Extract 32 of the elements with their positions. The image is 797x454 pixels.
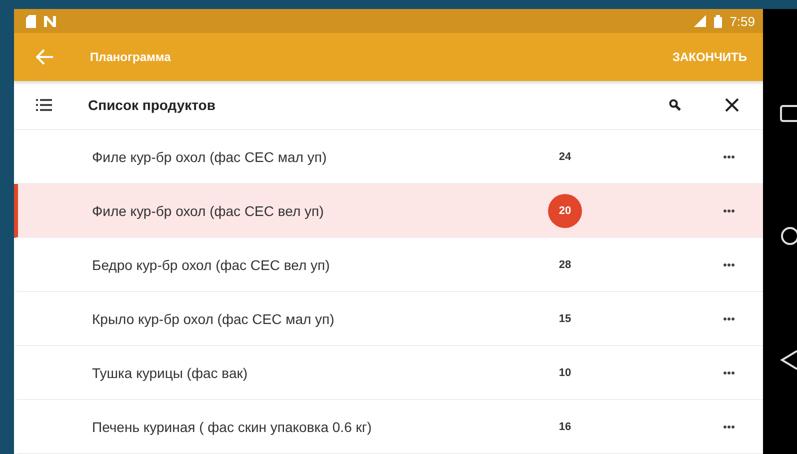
product-name: Тушка курицы (фас вак): [92, 364, 249, 380]
quantity: 10: [558, 366, 572, 378]
list-icon[interactable]: [36, 99, 52, 111]
more-icon: [723, 370, 735, 374]
screen-title: Планограмма: [90, 50, 171, 64]
back-icon[interactable]: [780, 350, 797, 370]
battery-icon: [714, 14, 722, 28]
notification-icon: [44, 16, 56, 26]
product-name: Крыло кур-бр охол (фас СЕС мал уп): [92, 310, 336, 326]
more-icon: [723, 154, 735, 158]
recents-icon[interactable]: [780, 105, 797, 122]
home-icon[interactable]: [780, 226, 797, 246]
quantity: 24: [558, 150, 572, 162]
more-icon: [723, 424, 735, 428]
more-icon: [723, 208, 735, 212]
quantity: 15: [558, 312, 572, 324]
more-icon: [723, 262, 735, 266]
sd-card-icon: [26, 14, 36, 28]
more-icon: [723, 316, 735, 320]
search-icon[interactable]: [669, 99, 681, 111]
product-name: Печень куриная ( фас скин упаковка 0.6 кг): [92, 418, 373, 434]
product-name: Филе кур-бр охол (фас СЕС мал уп): [92, 148, 328, 164]
product-name: Бедро кур-бр охол (фас СЕС вел уп): [92, 256, 331, 272]
clock-time: 7:59: [730, 14, 755, 28]
close-icon[interactable]: [725, 98, 739, 112]
product-row[interactable]: Филе кур-бр охол (фас СЕС вел уп) 20: [14, 184, 763, 238]
list-title: Список продуктов: [88, 97, 216, 113]
quantity: 28: [558, 258, 572, 270]
signal-icon: [692, 15, 706, 27]
quantity-badge: 20: [548, 194, 582, 228]
product-name: Филе кур-бр охол (фас СЕС вел уп): [92, 202, 325, 218]
quantity: 16: [558, 420, 572, 432]
